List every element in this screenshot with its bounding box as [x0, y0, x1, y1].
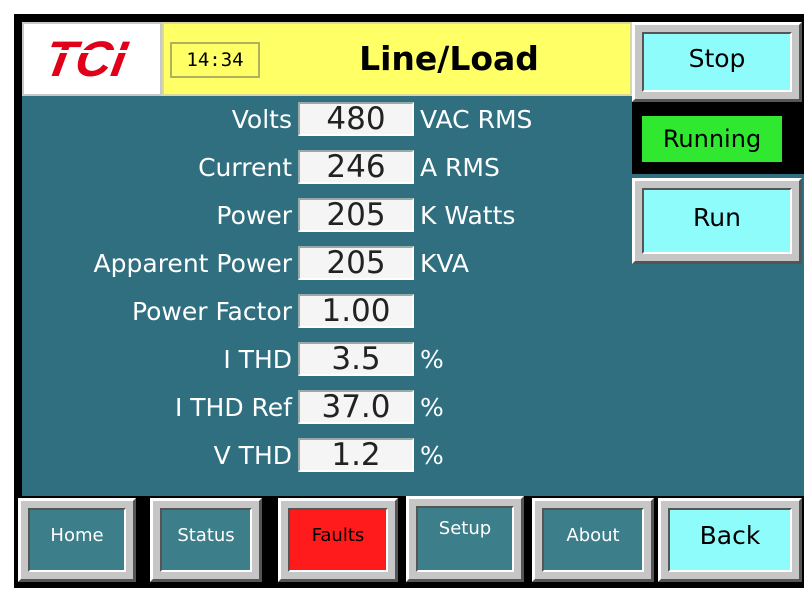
- readings-panel: Volts 480 VAC RMS Current 246 A RMS Powe…: [22, 96, 632, 496]
- setup-button-label: Setup: [416, 506, 514, 572]
- reading-label: V THD: [213, 441, 292, 470]
- svg-text:TCI: TCI: [41, 30, 132, 87]
- back-button-label: Back: [668, 508, 792, 572]
- status-button-label: Status: [160, 508, 252, 572]
- reading-label: I THD: [223, 345, 292, 374]
- running-status-indicator: Running: [634, 108, 790, 170]
- reading-value: 205: [298, 198, 414, 232]
- run-button-label: Run: [642, 188, 792, 254]
- setup-button[interactable]: Setup: [406, 496, 524, 582]
- reading-row-power: Power 205 K Watts: [22, 194, 632, 238]
- reading-unit: VAC RMS: [420, 105, 533, 134]
- reading-value: 246: [298, 150, 414, 184]
- reading-value: 3.5: [298, 342, 414, 376]
- reading-label: Power Factor: [131, 297, 292, 326]
- header-bar: 14:34 Line/Load: [162, 22, 632, 96]
- reading-row-power-factor: Power Factor 1.00: [22, 290, 632, 334]
- reading-unit: %: [420, 393, 444, 422]
- reading-row-apparent-power: Apparent Power 205 KVA: [22, 242, 632, 286]
- reading-label: Volts: [231, 105, 292, 134]
- reading-label: Power: [216, 201, 292, 230]
- reading-value: 1.00: [298, 294, 414, 328]
- reading-unit: %: [420, 345, 444, 374]
- reading-label: I THD Ref: [174, 393, 292, 422]
- reading-unit: A RMS: [420, 153, 500, 182]
- reading-unit: %: [420, 441, 444, 470]
- hmi-screen: TCI 14:34 Line/Load Stop Running Volts 4…: [14, 14, 804, 588]
- tci-logo-icon: TCI: [41, 30, 142, 87]
- about-button[interactable]: About: [532, 498, 654, 582]
- reading-value: 205: [298, 246, 414, 280]
- reading-value: 480: [298, 102, 414, 136]
- faults-button-label: Faults: [288, 508, 388, 572]
- reading-label: Apparent Power: [93, 249, 292, 278]
- reading-label: Current: [198, 153, 292, 182]
- home-button[interactable]: Home: [18, 498, 136, 582]
- reading-value: 1.2: [298, 438, 414, 472]
- clock-display: 14:34: [170, 42, 260, 78]
- faults-button[interactable]: Faults: [278, 498, 398, 582]
- logo: TCI: [22, 22, 162, 96]
- run-button[interactable]: Run: [632, 178, 802, 264]
- back-button[interactable]: Back: [658, 498, 802, 582]
- running-status-label: Running: [642, 116, 782, 162]
- home-button-label: Home: [28, 508, 126, 572]
- status-button[interactable]: Status: [150, 498, 262, 582]
- stop-button-label: Stop: [642, 32, 792, 92]
- reading-row-volts: Volts 480 VAC RMS: [22, 98, 632, 142]
- reading-row-i-thd-ref: I THD Ref 37.0 %: [22, 386, 632, 430]
- reading-row-current: Current 246 A RMS: [22, 146, 632, 190]
- stop-button[interactable]: Stop: [632, 22, 802, 102]
- reading-row-v-thd: V THD 1.2 %: [22, 434, 632, 478]
- reading-unit: KVA: [420, 249, 469, 278]
- page-title: Line/Load: [359, 39, 539, 78]
- reading-unit: K Watts: [420, 201, 516, 230]
- about-button-label: About: [542, 508, 644, 572]
- reading-value: 37.0: [298, 390, 414, 424]
- reading-row-i-thd: I THD 3.5 %: [22, 338, 632, 382]
